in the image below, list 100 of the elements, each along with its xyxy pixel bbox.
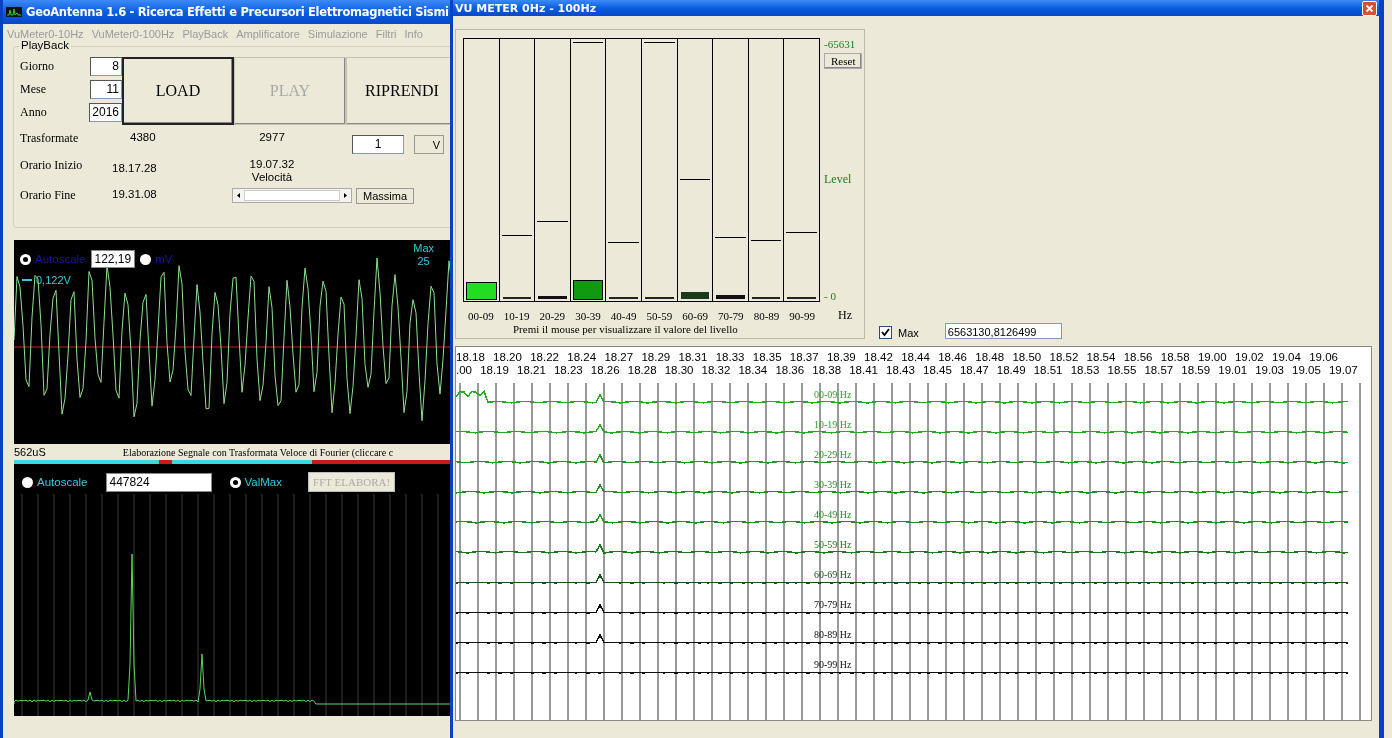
trace-label: 60-69 Hz — [814, 569, 852, 580]
band-label: 80-89 — [752, 309, 781, 322]
time-label: 18.21 — [517, 364, 546, 376]
radio-button[interactable]: ValMax — [229, 476, 282, 488]
action-button[interactable]: RIPRENDI — [346, 57, 450, 125]
time-label: 18.27 — [604, 351, 634, 363]
group-title: PlayBack — [19, 39, 71, 51]
reset-button[interactable]: Reset — [824, 53, 863, 69]
meter-track[interactable] — [535, 39, 571, 301]
time-label: 18.44 — [901, 351, 930, 363]
band-label: 30-39 — [574, 309, 602, 322]
time-label: 18.57 — [1144, 364, 1174, 376]
scale-field[interactable]: 122,19 — [90, 250, 136, 268]
count-value: 2977 — [258, 131, 286, 143]
time-label: 18.34 — [738, 364, 768, 376]
value-field[interactable]: 447824 — [105, 472, 212, 492]
input-field[interactable]: 8 — [90, 57, 122, 76]
trace-label: 10-19 Hz — [814, 419, 852, 430]
scale-min-label: - 0 — [824, 290, 837, 302]
time-label: 18.26 — [590, 364, 620, 376]
trace-label: 20-29 Hz — [814, 449, 852, 460]
time-label: .00 — [456, 364, 472, 376]
fft-caption: Elaborazione Segnale con Trasformata Veloce di Fourier (cliccare c — [122, 446, 394, 458]
meter-track[interactable] — [713, 39, 749, 301]
time-label: 19.05 — [1292, 364, 1321, 376]
band-label: 60-69 — [681, 309, 709, 322]
time-label: 19.07 — [1328, 364, 1358, 376]
speed-label: Velocità — [251, 171, 293, 183]
time-label: 18.36 — [775, 364, 805, 376]
field-label: Orario Fine — [20, 188, 77, 203]
scale-marker-label: 0,122V — [36, 274, 71, 286]
time-label: 18.38 — [812, 364, 842, 376]
speed-button[interactable]: Massima — [356, 188, 414, 204]
meter-track[interactable] — [748, 39, 785, 301]
time-value: 19.07.32 — [249, 158, 295, 170]
meter-track[interactable] — [464, 39, 500, 301]
field-label: Anno — [20, 105, 47, 120]
radio-button[interactable]: Autoscale — [22, 476, 88, 488]
input-field[interactable]: 1 — [352, 135, 404, 154]
time-label: 18.18 — [456, 351, 485, 363]
time-label: 18.20 — [493, 351, 522, 363]
trace-label: 40-49 Hz — [814, 509, 852, 520]
meter-track[interactable] — [641, 39, 678, 301]
time-label: 18.52 — [1049, 351, 1079, 363]
time-label: 19.00 — [1197, 351, 1227, 363]
meter-track[interactable] — [677, 39, 714, 301]
field-label: Mese — [20, 82, 46, 97]
time-label: 18.33 — [715, 351, 745, 363]
max-value-field[interactable]: 6563130,8126499 — [944, 323, 1062, 339]
time-scale-label: 562uS — [14, 446, 46, 458]
time-label: 18.48 — [975, 351, 1005, 363]
meter-track[interactable] — [499, 39, 536, 301]
time-label: 18.41 — [849, 364, 878, 376]
time-label: 18.46 — [938, 351, 967, 363]
action-button[interactable]: LOAD — [122, 57, 234, 125]
time-label: 18.58 — [1160, 351, 1190, 363]
time-label: 18.43 — [886, 364, 915, 376]
trace-label: 30-39 Hz — [814, 479, 852, 490]
window-title: GeoAntenna 1.6 - Ricerca Effetti e Precursori Elettromagnetici Sismi — [26, 5, 449, 19]
field-label: Trasformate — [20, 131, 80, 146]
band-label: 40-49 — [609, 309, 638, 322]
time-label: 18.35 — [752, 351, 782, 363]
scale-max-label: -65631 — [824, 38, 856, 50]
speed-scrollbar[interactable] — [232, 188, 352, 203]
time-label: 18.53 — [1070, 364, 1100, 376]
meter-caption: Premi il mouse per visualizzare il valore del livello — [513, 323, 739, 335]
input-field[interactable]: 11 — [90, 80, 122, 99]
time-label: 18.56 — [1123, 351, 1153, 363]
time-label: 19.03 — [1255, 364, 1284, 376]
time-label: 18.49 — [996, 364, 1026, 376]
check-icon — [881, 328, 890, 337]
max-label: Max — [413, 242, 434, 254]
action-button[interactable]: V — [414, 135, 444, 154]
time-label: 18.59 — [1181, 364, 1211, 376]
unit-label: Hz — [838, 308, 852, 323]
count-value: 4380 — [129, 131, 157, 143]
time-label: 18.39 — [826, 351, 856, 363]
max-value: 25 — [417, 255, 430, 267]
time-label: 18.24 — [567, 351, 597, 363]
time-label: 18.54 — [1086, 351, 1116, 363]
meter-track[interactable] — [606, 39, 642, 301]
time-label: 19.06 — [1309, 351, 1338, 363]
max-checkbox[interactable]: Max — [879, 326, 919, 339]
meter-track[interactable] — [570, 39, 607, 301]
time-label: 18.50 — [1012, 351, 1042, 363]
time-label: 18.23 — [553, 364, 583, 376]
time-label: 18.42 — [864, 351, 893, 363]
time-label: 18.30 — [664, 364, 694, 376]
level-tick-icon — [22, 279, 32, 281]
waveform-icon — [6, 7, 22, 17]
time-value: 19.31.08 — [112, 188, 158, 200]
time-label: 18.31 — [678, 351, 708, 363]
time-label: 18.51 — [1033, 364, 1063, 376]
time-value: 18.17.28 — [112, 161, 158, 174]
input-field[interactable]: 2016 — [89, 103, 122, 122]
close-icon[interactable] — [1362, 0, 1377, 16]
time-label: 19.04 — [1272, 351, 1301, 363]
time-label: 18.28 — [627, 364, 657, 376]
band-label: 10-19 — [502, 309, 531, 322]
time-label: 18.22 — [530, 351, 559, 363]
